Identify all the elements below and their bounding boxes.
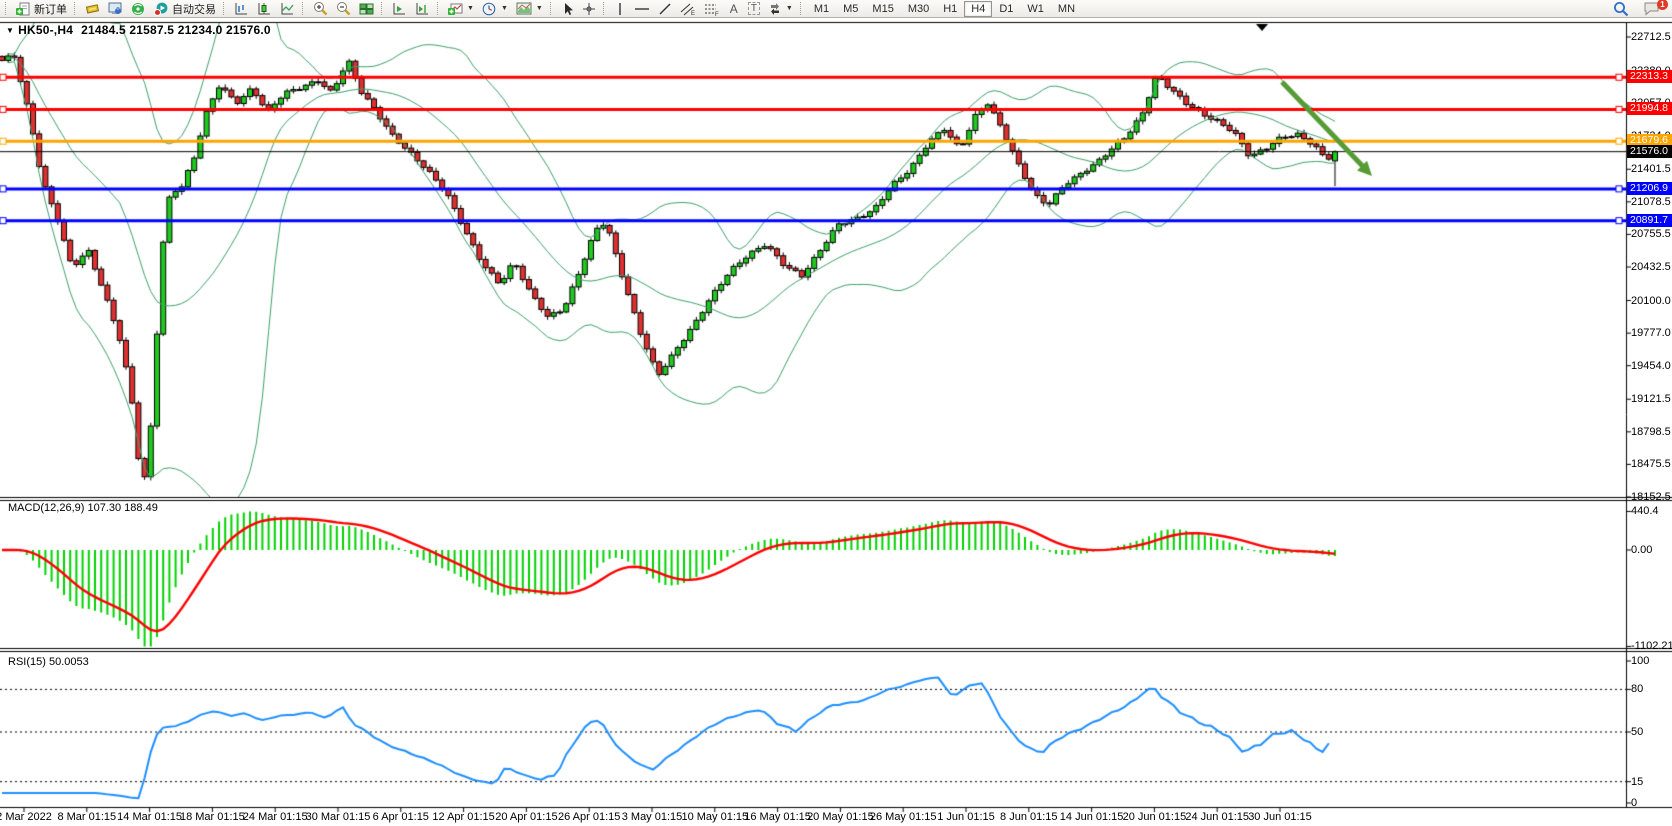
vertical-line-tool-button[interactable] <box>610 1 630 17</box>
market-watch-button[interactable] <box>81 1 104 17</box>
timeframe-group: M1M5M15M30H1H4D1W1MN <box>807 1 1082 17</box>
trendline-tool-button[interactable] <box>654 1 676 17</box>
new-order-button[interactable]: 新订单 <box>12 1 71 17</box>
fibonacci-icon: F <box>704 2 720 16</box>
zoom-out-button[interactable] <box>332 1 355 17</box>
auto-scroll-icon <box>392 2 407 16</box>
svg-text:E: E <box>691 11 695 16</box>
svg-text:F: F <box>715 12 719 16</box>
auto-scroll-button[interactable] <box>388 1 411 17</box>
timeframe-m1[interactable]: M1 <box>807 1 836 17</box>
line-chart-mode-button[interactable] <box>276 1 299 17</box>
chevron-down-icon: ▼ <box>501 5 508 12</box>
mt4-application-window: { "toolbar": { "new_order_label": "新订单",… <box>0 0 1672 826</box>
cursor-tool-button[interactable] <box>557 1 578 17</box>
notifications-button[interactable]: 1 <box>1639 1 1664 17</box>
add-indicator-icon <box>448 2 463 16</box>
chart-shift-icon <box>415 2 430 16</box>
channel-tool-button[interactable]: E <box>676 1 700 17</box>
tile-windows-icon <box>359 2 374 16</box>
tile-windows-button[interactable] <box>355 1 378 17</box>
zoom-in-icon <box>313 1 328 16</box>
vertical-line-icon <box>614 2 626 16</box>
toolbar-grip[interactable] <box>550 2 553 15</box>
toolbar-grip[interactable] <box>800 2 803 15</box>
text-tool-icon: A <box>730 2 738 16</box>
clock-icon <box>482 2 497 16</box>
trendline-icon <box>658 2 672 16</box>
toolbar-grip[interactable] <box>437 2 440 15</box>
horizontal-line-tool-button[interactable] <box>630 1 654 17</box>
notification-badge: 1 <box>1657 0 1668 10</box>
auto-trading-label: 自动交易 <box>172 1 216 17</box>
auto-trading-icon <box>154 2 169 16</box>
timeframe-h4[interactable]: H4 <box>964 1 992 17</box>
terminal-button[interactable] <box>104 1 127 17</box>
bar-chart-icon <box>234 2 249 16</box>
text-label-tool-button[interactable]: T <box>744 1 764 17</box>
toolbar-grip[interactable] <box>223 2 226 15</box>
templates-button[interactable]: ▼ <box>512 1 547 17</box>
fibonacci-tool-button[interactable]: F <box>700 1 724 17</box>
indicators-button[interactable]: ▼ <box>444 1 478 17</box>
search-icon <box>1613 1 1629 17</box>
chart-area[interactable] <box>0 0 1672 826</box>
search-button[interactable] <box>1609 1 1633 17</box>
toolbar-grip[interactable] <box>5 2 8 15</box>
crosshair-tool-button[interactable] <box>578 1 600 17</box>
signal-icon <box>131 2 146 16</box>
auto-trading-button[interactable]: 自动交易 <box>150 1 220 17</box>
chevron-down-icon: ▼ <box>467 5 474 12</box>
zoom-out-icon <box>336 1 351 16</box>
candlestick-mode-button[interactable] <box>253 1 276 17</box>
periods-button[interactable]: ▼ <box>478 1 512 17</box>
timeframe-h1[interactable]: H1 <box>936 1 964 17</box>
toolbar-grip[interactable] <box>381 2 384 15</box>
new-order-label: 新订单 <box>34 1 67 17</box>
text-tool-button[interactable]: A <box>724 1 744 17</box>
chart-shift-button[interactable] <box>411 1 434 17</box>
cursor-icon <box>561 2 574 16</box>
text-label-icon: T <box>748 2 760 15</box>
zoom-in-button[interactable] <box>309 1 332 17</box>
timeframe-m15[interactable]: M15 <box>865 1 900 17</box>
timeframe-w1[interactable]: W1 <box>1020 1 1051 17</box>
line-chart-icon <box>280 2 295 16</box>
equidistant-channel-icon: E <box>680 2 696 16</box>
timeframe-d1[interactable]: D1 <box>992 1 1020 17</box>
arrows-icon <box>768 2 782 16</box>
gold-chart-icon <box>85 2 100 16</box>
chevron-down-icon: ▼ <box>536 5 543 12</box>
crosshair-icon <box>582 2 596 16</box>
candlestick-icon <box>257 2 272 16</box>
toolbar-grip[interactable] <box>74 2 77 15</box>
horizontal-line-icon <box>634 2 650 16</box>
arrows-tool-button[interactable]: ▼ <box>764 1 797 17</box>
toolbar-grip[interactable] <box>302 2 305 15</box>
new-order-icon <box>16 2 31 16</box>
timeframe-m30[interactable]: M30 <box>901 1 936 17</box>
chart-template-icon <box>516 2 532 16</box>
signals-button[interactable] <box>127 1 150 17</box>
bar-chart-mode-button[interactable] <box>230 1 253 17</box>
timeframe-m5[interactable]: M5 <box>836 1 865 17</box>
timeframe-mn[interactable]: MN <box>1051 1 1082 17</box>
chevron-down-icon: ▼ <box>786 5 793 12</box>
toolbar-grip[interactable] <box>603 2 606 15</box>
toolbar: 新订单 <box>0 0 1672 18</box>
terminal-icon <box>108 2 123 16</box>
